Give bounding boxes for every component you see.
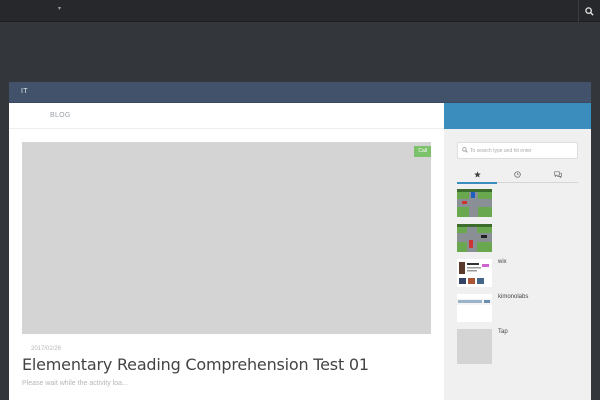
tab-recent[interactable] [497,166,537,183]
search-icon [585,6,594,16]
sidebar-post-item[interactable]: kimonolabs [457,294,578,322]
sidebar-post-title[interactable]: Tap [498,329,508,335]
sidebar-post-title[interactable]: wix [498,259,507,265]
post-title[interactable]: Elementary Reading Comprehension Test 01 [22,355,369,374]
sidebar-post-item[interactable]: Tap [457,329,578,364]
search-toggle-button[interactable] [578,0,600,22]
main-content: BLOG Call 2017/02/26 Elementary Reading … [9,103,444,400]
post-thumbnail[interactable]: Call [22,142,431,334]
website-thumbnail [457,259,492,287]
dropdown-caret-icon[interactable]: ▾ [58,6,61,12]
main-nav: IT [9,82,591,103]
page-container: IT BLOG Call 2017/02/26 Elementary Readi… [9,82,591,400]
breadcrumb-blog[interactable]: BLOG [50,112,71,119]
logo-thumbnail [457,294,492,322]
search-icon [462,147,468,153]
post-thumbnail[interactable] [457,294,492,322]
top-bar: ▾ [0,0,600,22]
post-thumbnail[interactable] [457,224,492,252]
post-date: 2017/02/26 [31,346,62,352]
tab-popular[interactable] [457,166,497,184]
breadcrumb: BLOG [9,103,444,129]
tab-comments[interactable] [538,166,578,183]
category-badge[interactable]: Call [414,146,431,157]
post-thumbnail[interactable] [457,329,492,364]
sidebar: wix kimonolabs Tap [444,103,591,400]
site-header [0,22,600,82]
sidebar-header [444,103,591,129]
comments-icon [554,171,562,178]
star-icon [473,170,481,178]
sidebar-post-item[interactable]: wix [457,259,578,287]
road-game-thumbnail [457,189,492,217]
sidebar-search [457,142,578,159]
sidebar-post-title[interactable]: kimonolabs [498,294,528,300]
sidebar-post-item[interactable] [457,189,578,217]
nav-item-it[interactable]: IT [21,88,28,95]
sidebar-tabs [457,166,578,184]
post-thumbnail[interactable] [457,259,492,287]
post-excerpt: Please wait while the activity loa... [22,380,128,387]
post-thumbnail[interactable] [457,189,492,217]
search-input[interactable] [470,144,574,157]
sidebar-post-item[interactable] [457,224,578,252]
road-game-thumbnail [457,224,492,252]
clock-icon [513,171,521,178]
